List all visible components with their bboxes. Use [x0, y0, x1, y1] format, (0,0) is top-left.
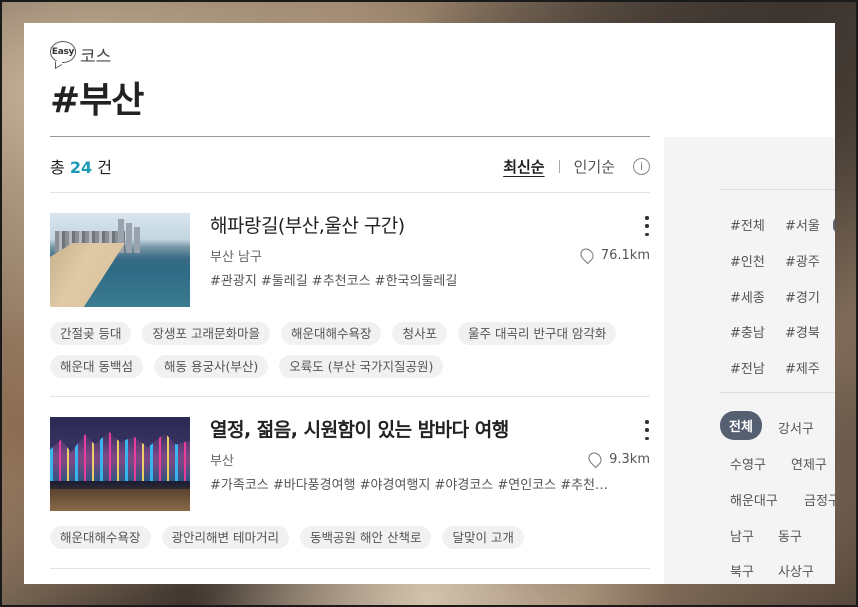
location-pin-icon	[585, 449, 605, 469]
filter-sidebar: #전체 #서울 #인천 #광주 #세종 #경기 #충남 #경북 #전남 #제주 …	[664, 137, 835, 584]
course-meta-row: 부산 9.3km	[210, 449, 650, 469]
course-item: 해파랑길(부산,울산 구간) 부산 남구 76.1km #관광지 #둘레길 #추…	[50, 213, 650, 383]
region-filter-chungnam[interactable]: #충남	[730, 322, 765, 341]
sort-separator	[558, 159, 560, 173]
thumbnail-tower	[126, 223, 132, 253]
spot-chip[interactable]: 울주 대곡리 반구대 암각화	[458, 322, 617, 345]
more-options-icon[interactable]	[644, 216, 650, 236]
district-filter-sasang[interactable]: 사상구	[778, 561, 814, 580]
spot-chip[interactable]: 동백공원 해안 산책로	[300, 526, 432, 549]
region-filter-gyeongbuk[interactable]: #경북	[785, 322, 820, 341]
page-title: #부산	[50, 80, 144, 121]
course-distance: 9.3km	[585, 449, 650, 469]
spot-chip[interactable]: 간절곶 등대	[50, 322, 132, 345]
region-filter-sejong[interactable]: #세종	[730, 287, 765, 306]
page-header: Easy 코스 #부산	[50, 36, 144, 123]
distance-value: 9.3km	[609, 451, 650, 467]
course-tags: #관광지 #둘레길 #추천코스 #한국의둘레길	[210, 274, 458, 289]
list-divider	[50, 192, 650, 193]
spot-chip[interactable]: 광안리해변 테마거리	[161, 526, 289, 549]
course-type-row: Easy 코스	[50, 36, 143, 67]
region-filter-incheon[interactable]: #인천	[730, 251, 765, 270]
course-label: 코스	[80, 47, 112, 67]
course-meta-row: 부산 남구 76.1km	[210, 245, 650, 265]
spot-chip-list: 간절곶 등대 장생포 고래문화마을 해운대해수욕장 청사포 울주 대곡리 반구대…	[50, 322, 650, 378]
course-location: 부산 남구	[210, 249, 262, 265]
header-divider	[50, 136, 650, 137]
region-filter-jeonnam[interactable]: #전남	[730, 358, 765, 377]
region-filter-jeju[interactable]: #제주	[785, 358, 820, 377]
course-thumbnail[interactable]	[50, 213, 190, 307]
course-thumbnail[interactable]	[50, 417, 190, 511]
spot-chip[interactable]: 달맞이 고개	[442, 526, 524, 549]
course-distance: 76.1km	[577, 245, 650, 265]
region-filter-gyeonggi[interactable]: #경기	[785, 287, 820, 306]
thumbnail-beach	[50, 243, 125, 307]
district-filter-haeundae[interactable]: 해운대구	[730, 490, 778, 509]
thumbnail-night-lights	[50, 431, 190, 481]
district-filter-dong[interactable]: 동구	[778, 526, 802, 545]
spot-chip[interactable]: 장생포 고래문화마을	[142, 322, 270, 345]
spot-chip[interactable]: 해운대해수욕장	[280, 322, 382, 345]
district-filter-gangseo[interactable]: 강서구	[778, 418, 814, 437]
region-filter-all[interactable]: #전체	[730, 215, 765, 234]
more-options-icon[interactable]	[644, 420, 650, 440]
district-filter-all[interactable]: 전체	[720, 411, 762, 440]
district-filter-geumjeong[interactable]: 금정구	[804, 490, 835, 509]
spot-chip[interactable]: 해운대 동백섬	[50, 355, 143, 378]
course-title[interactable]: 열정, 젊음, 시원함이 있는 밤바다 여행	[210, 417, 650, 443]
info-icon[interactable]: i	[633, 157, 650, 175]
sort-popular-button[interactable]: 인기순	[574, 156, 615, 177]
course-list-panel: Easy 코스 #부산 총 24 건 최신순 인기순 i 해파랑길(부산,울산 …	[24, 23, 835, 584]
course-location: 부산	[210, 453, 234, 469]
course-info: 열정, 젊음, 시원함이 있는 밤바다 여행 부산 9.3km #가족코스 #바…	[210, 417, 650, 493]
easy-speech-bubble-icon: Easy	[50, 40, 76, 63]
list-divider	[50, 568, 650, 569]
spot-chip[interactable]: 해동 용궁사(부산)	[153, 355, 269, 378]
spot-chip-list: 해운대해수욕장 광안리해변 테마거리 동백공원 해안 산책로 달맞이 고개	[50, 526, 650, 549]
district-filter-suyeong[interactable]: 수영구	[730, 454, 766, 473]
region-filter-seoul[interactable]: #서울	[785, 215, 820, 234]
distance-value: 76.1km	[600, 247, 650, 263]
region-scroll-edge	[833, 217, 835, 233]
result-summary-bar: 총 24 건 최신순 인기순 i	[50, 153, 650, 179]
course-info: 해파랑길(부산,울산 구간) 부산 남구 76.1km #관광지 #둘레길 #추…	[210, 213, 650, 289]
district-filter-yeonje[interactable]: 연제구	[791, 454, 827, 473]
district-filter-buk[interactable]: 북구	[730, 561, 754, 580]
spot-chip[interactable]: 청사포	[392, 322, 447, 345]
region-filter-gwangju[interactable]: #광주	[785, 251, 820, 270]
total-suffix: 건	[97, 158, 112, 177]
list-divider	[50, 396, 650, 397]
thumbnail-sand	[50, 489, 190, 511]
location-pin-icon	[577, 245, 597, 265]
course-item: 열정, 젊음, 시원함이 있는 밤바다 여행 부산 9.3km #가족코스 #바…	[50, 417, 650, 557]
district-filter-nam[interactable]: 남구	[730, 526, 754, 545]
sort-latest-button[interactable]: 최신순	[503, 156, 544, 177]
total-prefix: 총	[50, 158, 65, 177]
sidebar-divider	[720, 392, 835, 393]
thumbnail-tower	[134, 227, 140, 253]
course-title[interactable]: 해파랑길(부산,울산 구간)	[210, 213, 650, 239]
sidebar-divider	[720, 189, 835, 190]
total-count-number: 24	[69, 158, 93, 177]
sort-options: 최신순 인기순 i	[503, 156, 650, 177]
spot-chip[interactable]: 오륙도 (부산 국가지질공원)	[279, 355, 444, 378]
total-count: 총 24 건	[50, 154, 112, 178]
spot-chip[interactable]: 해운대해수욕장	[50, 526, 151, 549]
course-tags: #가족코스 #바다풍경여행 #야경여행지 #야경코스 #연인코스 #추천…	[210, 478, 609, 493]
